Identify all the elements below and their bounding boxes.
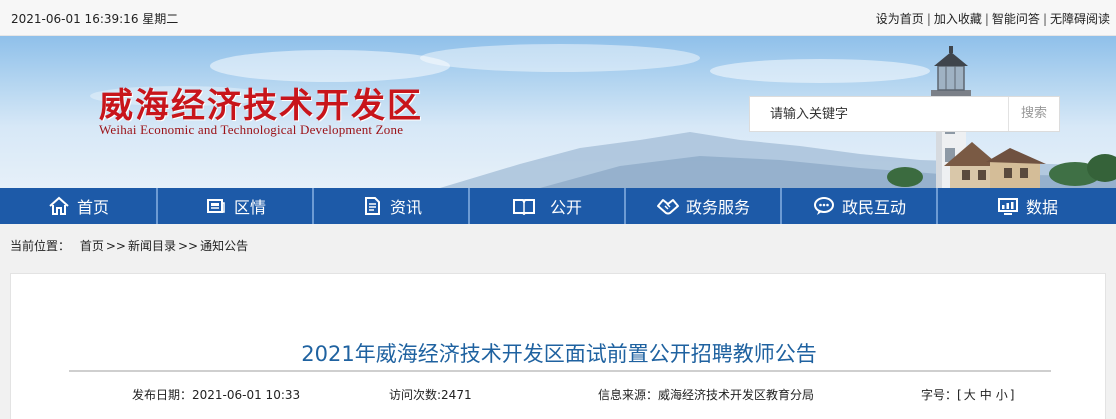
separator: | <box>926 12 931 26</box>
nav-item-news[interactable]: 资讯 <box>312 188 468 224</box>
title-divider <box>69 370 1051 372</box>
font-size-label: 字号：[ <box>921 388 962 402</box>
nav-item-district[interactable]: 区情 <box>156 188 312 224</box>
top-links: 设为首页 | 加入收藏 | 智能问答 | 无障碍阅读 <box>876 10 1110 27</box>
book-icon <box>512 195 536 217</box>
accessibility-link[interactable]: 无障碍阅读 <box>1050 12 1110 26</box>
breadcrumb-separator: >> <box>105 239 126 253</box>
nav-item-label: 公开 <box>549 198 582 217</box>
nav-item-label: 数据 <box>1025 198 1058 217</box>
nav-item-label: 区情 <box>233 198 266 217</box>
search-box: 搜索 <box>749 96 1060 132</box>
font-size-close: ] <box>1009 388 1015 402</box>
main-nav: 首页 区情 资讯 公开 政务服务 政民互动 数据 <box>0 188 1116 224</box>
home-icon <box>47 195 71 217</box>
site-logo-title[interactable]: 威海经济技术开发区 <box>99 78 423 127</box>
font-size-small[interactable]: 小 <box>996 388 1008 402</box>
breadcrumb-news-directory[interactable]: 新闻目录 <box>128 239 176 253</box>
separator: | <box>1042 12 1047 26</box>
breadcrumb-home[interactable]: 首页 <box>80 239 104 253</box>
nav-item-label: 政民互动 <box>841 198 906 217</box>
nav-item-label: 政务服务 <box>685 198 750 217</box>
article-title: 2021年威海经济技术开发区面试前置公开招聘教师公告 <box>301 342 817 366</box>
current-datetime: 2021-06-01 16:39:16 星期二 <box>11 12 179 26</box>
news-icon <box>204 195 228 217</box>
document-icon <box>360 195 384 217</box>
nav-item-disclosure[interactable]: 公开 <box>468 188 624 224</box>
info-source: 信息来源：威海经济技术开发区教育分局 <box>598 388 815 402</box>
article-panel: 2021年威海经济技术开发区面试前置公开招聘教师公告 发布日期：2021-06-… <box>10 273 1106 419</box>
smart-qa-link[interactable]: 智能问答 <box>992 12 1040 26</box>
chat-icon <box>812 195 836 217</box>
font-size-switcher: 字号：[大中小] <box>921 386 1014 403</box>
nav-item-interaction[interactable]: 政民互动 <box>780 188 936 224</box>
monitor-icon <box>996 195 1020 217</box>
breadcrumb-prefix: 当前位置： <box>10 239 71 253</box>
font-size-medium[interactable]: 中 <box>980 388 992 402</box>
nav-item-label: 首页 <box>76 198 109 217</box>
breadcrumb: 当前位置： 首页 >> 新闻目录 >> 通知公告 <box>10 237 248 254</box>
nav-item-home[interactable]: 首页 <box>0 188 156 224</box>
site-logo-subtitle: Weihai Economic and Technological Develo… <box>99 122 404 137</box>
set-homepage-link[interactable]: 设为首页 <box>876 12 924 26</box>
nav-item-data[interactable]: 数据 <box>936 188 1116 224</box>
header-banner: 威海经济技术开发区 Weihai Economic and Technologi… <box>0 36 1116 188</box>
nav-item-label: 资讯 <box>389 198 422 217</box>
search-input[interactable] <box>750 97 1008 131</box>
nav-item-gov-services[interactable]: 政务服务 <box>624 188 780 224</box>
add-favorite-link[interactable]: 加入收藏 <box>934 12 982 26</box>
publish-date: 发布日期：2021-06-01 10:33 <box>132 388 301 402</box>
visit-count: 访问次数:2471 <box>389 388 472 402</box>
search-button[interactable]: 搜索 <box>1008 97 1059 131</box>
breadcrumb-notices[interactable]: 通知公告 <box>200 239 248 253</box>
handshake-icon <box>656 195 680 217</box>
breadcrumb-separator: >> <box>177 239 199 253</box>
separator: | <box>984 12 989 26</box>
top-bar: 2021-06-01 16:39:16 星期二 设为首页 | 加入收藏 | 智能问答 | 无… <box>0 0 1116 36</box>
font-size-large[interactable]: 大 <box>964 388 976 402</box>
